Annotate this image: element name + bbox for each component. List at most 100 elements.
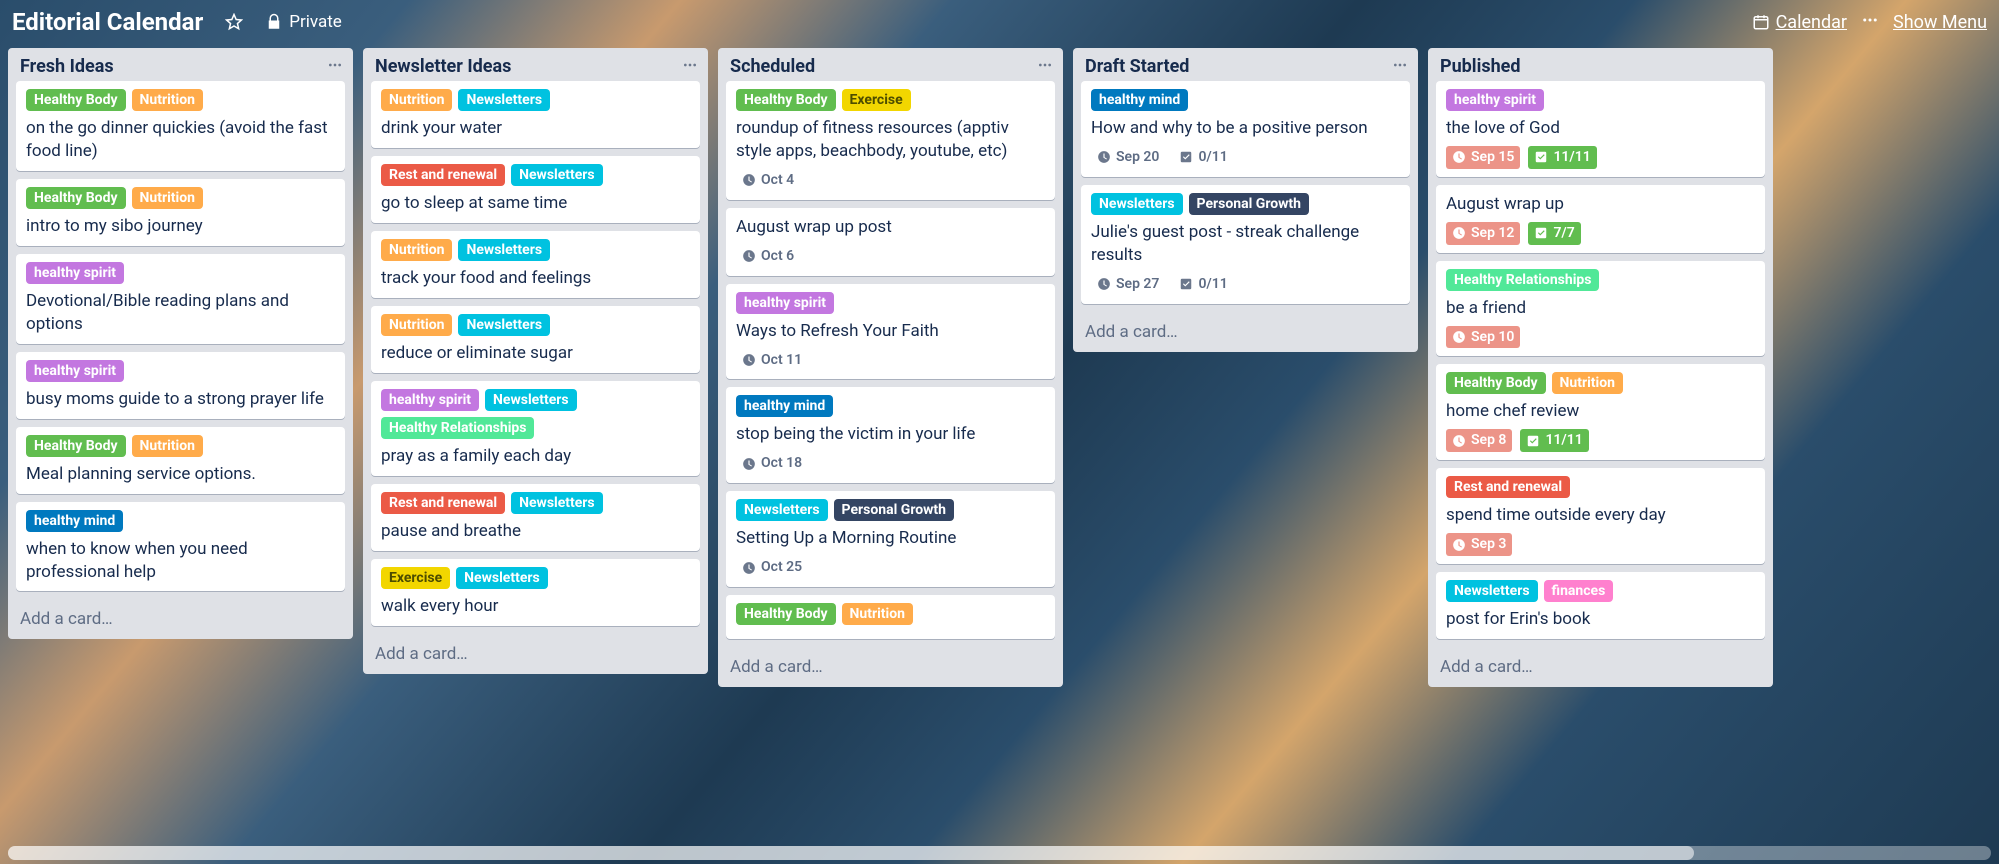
label[interactable]: Personal Growth	[834, 499, 954, 521]
card[interactable]: NewslettersPersonal GrowthSetting Up a M…	[726, 491, 1055, 587]
label[interactable]: Nutrition	[381, 89, 452, 111]
star-button[interactable]	[217, 9, 251, 35]
card[interactable]: August wrap upSep 127/7	[1436, 185, 1765, 253]
list-cards[interactable]: Healthy BodyNutritionon the go dinner qu…	[8, 81, 353, 601]
due-badge[interactable]: Sep 3	[1446, 533, 1512, 556]
label[interactable]: healthy spirit	[381, 389, 479, 411]
list-menu-button[interactable]	[1392, 57, 1408, 77]
add-card-button[interactable]: Add a card…	[363, 636, 708, 674]
board-title[interactable]: Editorial Calendar	[12, 8, 203, 36]
checklist-badge[interactable]: 0/11	[1173, 273, 1233, 296]
label[interactable]: healthy spirit	[26, 262, 124, 284]
label[interactable]: Exercise	[842, 89, 911, 111]
card[interactable]: Healthy Relationshipsbe a friendSep 10	[1436, 261, 1765, 357]
card[interactable]: healthy spiritbusy moms guide to a stron…	[16, 352, 345, 419]
card[interactable]: August wrap up postOct 6	[726, 208, 1055, 276]
card[interactable]: NutritionNewslettersdrink your water	[371, 81, 700, 148]
label[interactable]: healthy mind	[1091, 89, 1188, 111]
add-card-button[interactable]: Add a card…	[718, 649, 1063, 687]
card[interactable]: healthy spiritDevotional/Bible reading p…	[16, 254, 345, 344]
label[interactable]: healthy mind	[26, 510, 123, 532]
card[interactable]: Healthy BodyNutritionMeal planning servi…	[16, 427, 345, 494]
card[interactable]: NutritionNewslettersreduce or eliminate …	[371, 306, 700, 373]
card[interactable]: ExerciseNewsletterswalk every hour	[371, 559, 700, 626]
label[interactable]: Nutrition	[381, 239, 452, 261]
label[interactable]: Healthy Body	[26, 435, 126, 457]
card[interactable]: healthy mindstop being the victim in you…	[726, 387, 1055, 483]
show-menu-link[interactable]: Show Menu	[1893, 12, 1987, 33]
card[interactable]: Newslettersfinancespost for Erin's book	[1436, 572, 1765, 639]
list-cards[interactable]: healthy mindHow and why to be a positive…	[1073, 81, 1418, 314]
due-badge[interactable]: Oct 18	[736, 452, 808, 475]
list-cards[interactable]: Healthy BodyExerciseroundup of fitness r…	[718, 81, 1063, 649]
due-badge[interactable]: Oct 11	[736, 349, 808, 372]
card[interactable]: Healthy BodyNutritionintro to my sibo jo…	[16, 179, 345, 246]
board-canvas[interactable]: Fresh IdeasHealthy BodyNutritionon the g…	[0, 44, 1999, 864]
due-badge[interactable]: Sep 12	[1446, 222, 1520, 245]
card[interactable]: Rest and renewalNewslettersgo to sleep a…	[371, 156, 700, 223]
list-title[interactable]: Draft Started	[1085, 56, 1392, 77]
privacy-button[interactable]: Private	[257, 8, 350, 36]
label[interactable]: Newsletters	[485, 389, 577, 411]
label[interactable]: healthy mind	[736, 395, 833, 417]
due-badge[interactable]: Sep 8	[1446, 429, 1512, 452]
card[interactable]: NutritionNewsletterstrack your food and …	[371, 231, 700, 298]
calendar-link[interactable]: Calendar	[1752, 12, 1847, 33]
label[interactable]: Healthy Relationships	[1446, 269, 1599, 291]
label[interactable]: Newsletters	[456, 567, 548, 589]
card[interactable]: NewslettersPersonal GrowthJulie's guest …	[1081, 185, 1410, 304]
label[interactable]: Newsletters	[736, 499, 828, 521]
label[interactable]: Newsletters	[458, 89, 550, 111]
due-badge[interactable]: Oct 4	[736, 169, 800, 192]
checklist-badge[interactable]: 7/7	[1528, 222, 1580, 245]
label[interactable]: Newsletters	[458, 314, 550, 336]
list-title[interactable]: Scheduled	[730, 56, 1037, 77]
label[interactable]: Nutrition	[132, 435, 203, 457]
label[interactable]: Healthy Relationships	[381, 417, 534, 439]
label[interactable]: Personal Growth	[1189, 193, 1309, 215]
due-badge[interactable]: Oct 25	[736, 556, 808, 579]
label[interactable]: Healthy Body	[26, 187, 126, 209]
label[interactable]: finances	[1544, 580, 1614, 602]
due-badge[interactable]: Oct 6	[736, 245, 800, 268]
label[interactable]: Nutrition	[842, 603, 913, 625]
list-cards[interactable]: healthy spiritthe love of GodSep 1511/11…	[1428, 81, 1773, 649]
card[interactable]: Healthy BodyExerciseroundup of fitness r…	[726, 81, 1055, 200]
label[interactable]: Newsletters	[1091, 193, 1183, 215]
add-card-button[interactable]: Add a card…	[1073, 314, 1418, 352]
checklist-badge[interactable]: 11/11	[1528, 146, 1596, 169]
list-cards[interactable]: NutritionNewslettersdrink your waterRest…	[363, 81, 708, 636]
label[interactable]: healthy spirit	[26, 360, 124, 382]
due-badge[interactable]: Sep 10	[1446, 326, 1520, 349]
list-title[interactable]: Published	[1440, 56, 1763, 77]
label[interactable]: Exercise	[381, 567, 450, 589]
list-menu-button[interactable]	[682, 57, 698, 77]
label[interactable]: Rest and renewal	[381, 164, 505, 186]
add-card-button[interactable]: Add a card…	[1428, 649, 1773, 687]
card[interactable]: Healthy BodyNutritionon the go dinner qu…	[16, 81, 345, 171]
label[interactable]: Newsletters	[511, 164, 603, 186]
label[interactable]: Nutrition	[1552, 372, 1623, 394]
label[interactable]: Newsletters	[511, 492, 603, 514]
label[interactable]: healthy spirit	[736, 292, 834, 314]
due-badge[interactable]: Sep 15	[1446, 146, 1520, 169]
due-badge[interactable]: Sep 20	[1091, 146, 1165, 169]
due-badge[interactable]: Sep 27	[1091, 273, 1165, 296]
card[interactable]: healthy mindwhen to know when you need p…	[16, 502, 345, 592]
label[interactable]: Nutrition	[381, 314, 452, 336]
label[interactable]: Healthy Body	[1446, 372, 1546, 394]
label[interactable]: Rest and renewal	[1446, 476, 1570, 498]
label[interactable]: Rest and renewal	[381, 492, 505, 514]
list-menu-button[interactable]	[327, 57, 343, 77]
label[interactable]: Nutrition	[132, 89, 203, 111]
label[interactable]: Healthy Body	[736, 603, 836, 625]
label[interactable]: Healthy Body	[736, 89, 836, 111]
list-title[interactable]: Fresh Ideas	[20, 56, 327, 77]
card[interactable]: Healthy Body Nutrition	[726, 595, 1055, 639]
add-card-button[interactable]: Add a card…	[8, 601, 353, 639]
card[interactable]: Healthy BodyNutritionhome chef reviewSep…	[1436, 364, 1765, 460]
list-menu-button[interactable]	[1037, 57, 1053, 77]
label[interactable]: Healthy Body	[26, 89, 126, 111]
checklist-badge[interactable]: 11/11	[1520, 429, 1588, 452]
list-title[interactable]: Newsletter Ideas	[375, 56, 682, 77]
